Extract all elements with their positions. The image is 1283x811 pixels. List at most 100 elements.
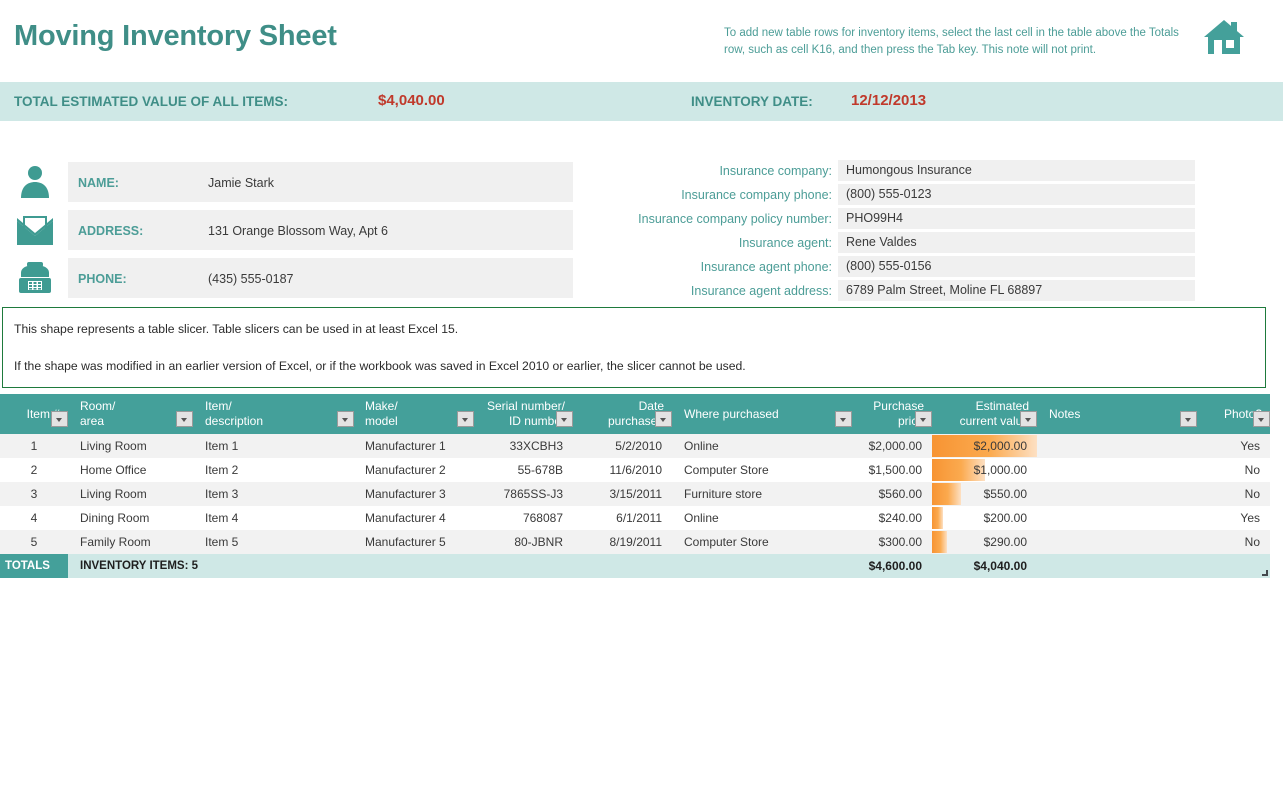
cell-room[interactable]: Dining Room: [68, 506, 193, 530]
insurance-field-value-box[interactable]: (800) 555-0123: [838, 184, 1195, 205]
insurance-field-label: Insurance agent address:: [690, 284, 832, 298]
chevron-down-icon: [462, 418, 468, 422]
cell-price[interactable]: $240.00: [852, 506, 932, 530]
contact-row-name[interactable]: NAME: Jamie Stark: [68, 162, 573, 202]
column-filter-button[interactable]: [655, 411, 672, 427]
name-value[interactable]: Jamie Stark: [208, 176, 274, 190]
column-filter-button[interactable]: [556, 411, 573, 427]
contact-row-phone[interactable]: PHONE: (435) 555-0187: [68, 258, 573, 298]
cell-notes[interactable]: [1037, 434, 1202, 458]
cell-serial[interactable]: 55-678B: [473, 458, 573, 482]
cell-price[interactable]: $300.00: [852, 530, 932, 554]
cell-serial[interactable]: 33XCBH3: [473, 434, 573, 458]
cell-notes[interactable]: [1037, 458, 1202, 482]
column-filter-button[interactable]: [51, 411, 68, 427]
cell-photo[interactable]: No: [1202, 482, 1270, 506]
page-title: Moving Inventory Sheet: [14, 20, 337, 52]
cell-room[interactable]: Family Room: [68, 530, 193, 554]
databar-fill: [932, 483, 961, 505]
cell-make[interactable]: Manufacturer 5: [353, 530, 473, 554]
column-filter-button[interactable]: [1020, 411, 1037, 427]
cell-notes[interactable]: [1037, 482, 1202, 506]
insurance-field-value-box[interactable]: Rene Valdes: [838, 232, 1195, 253]
cell-where[interactable]: Furniture store: [672, 482, 852, 506]
cell-date[interactable]: 6/1/2011: [573, 506, 672, 530]
title-bar: Moving Inventory Sheet To add new table …: [0, 0, 1283, 82]
estimated-value-databar-cell[interactable]: $550.00: [932, 482, 1037, 506]
cell-room[interactable]: Living Room: [68, 482, 193, 506]
insurance-field-value-box[interactable]: (800) 555-0156: [838, 256, 1195, 277]
contact-row-address[interactable]: ADDRESS: 131 Orange Blossom Way, Apt 6: [68, 210, 573, 250]
estimated-value-databar-cell[interactable]: $2,000.00: [932, 434, 1037, 458]
insurance-field-value-box[interactable]: Humongous Insurance: [838, 160, 1195, 181]
cell-room[interactable]: Home Office: [68, 458, 193, 482]
table-row[interactable]: 1 Living Room Item 1 Manufacturer 1 33XCBH3 5…: [0, 434, 1270, 458]
cell-item[interactable]: 1: [0, 434, 68, 458]
insurance-field-value-box[interactable]: PHO99H4: [838, 208, 1195, 229]
address-label: ADDRESS:: [78, 224, 144, 238]
insurance-row: Insurance company phone: (800) 555-0123: [600, 184, 1195, 208]
cell-make[interactable]: Manufacturer 2: [353, 458, 473, 482]
cell-date[interactable]: 5/2/2010: [573, 434, 672, 458]
table-row[interactable]: 3 Living Room Item 3 Manufacturer 3 7865SS-J…: [0, 482, 1270, 506]
column-filter-button[interactable]: [1180, 411, 1197, 427]
estimated-value-databar-cell[interactable]: $1,000.00: [932, 458, 1037, 482]
chevron-down-icon: [342, 418, 348, 422]
cell-serial[interactable]: 7865SS-J3: [473, 482, 573, 506]
cell-description[interactable]: Item 2: [193, 458, 353, 482]
cell-notes[interactable]: [1037, 506, 1202, 530]
cell-serial[interactable]: 768087: [473, 506, 573, 530]
cell-description[interactable]: Item 3: [193, 482, 353, 506]
cell-where[interactable]: Online: [672, 506, 852, 530]
purchase-price-total: $4,600.00: [868, 559, 922, 573]
cell-room[interactable]: Living Room: [68, 434, 193, 458]
cell-item[interactable]: 5: [0, 530, 68, 554]
cell-photo[interactable]: No: [1202, 530, 1270, 554]
cell-photo[interactable]: No: [1202, 458, 1270, 482]
insurance-row: Insurance company policy number: PHO99H4: [600, 208, 1195, 232]
cell-where[interactable]: Computer Store: [672, 458, 852, 482]
column-filter-button[interactable]: [1253, 411, 1270, 427]
table-row[interactable]: 4 Dining Room Item 4 Manufacturer 4 768087 6/…: [0, 506, 1270, 530]
column-filter-button[interactable]: [176, 411, 193, 427]
cell-date[interactable]: 8/19/2011: [573, 530, 672, 554]
inventory-date-label: INVENTORY DATE:: [691, 94, 813, 109]
cell-photo[interactable]: Yes: [1202, 434, 1270, 458]
column-filter-button[interactable]: [915, 411, 932, 427]
estimated-value-databar-cell[interactable]: $290.00: [932, 530, 1037, 554]
cell-make[interactable]: Manufacturer 1: [353, 434, 473, 458]
cell-item[interactable]: 2: [0, 458, 68, 482]
table-resize-handle[interactable]: [1262, 570, 1268, 576]
cell-price[interactable]: $560.00: [852, 482, 932, 506]
cell-where[interactable]: Computer Store: [672, 530, 852, 554]
total-value-label: TOTAL ESTIMATED VALUE OF ALL ITEMS:: [14, 94, 288, 109]
inventory-date-value[interactable]: 12/12/2013: [851, 92, 926, 109]
cell-notes[interactable]: [1037, 530, 1202, 554]
cell-serial[interactable]: 80-JBNR: [473, 530, 573, 554]
insurance-field-label: Insurance company:: [719, 164, 832, 178]
insurance-field-value: (800) 555-0156: [846, 259, 932, 273]
cell-description[interactable]: Item 4: [193, 506, 353, 530]
cell-item[interactable]: 4: [0, 506, 68, 530]
column-filter-button[interactable]: [457, 411, 474, 427]
cell-description[interactable]: Item 5: [193, 530, 353, 554]
cell-make[interactable]: Manufacturer 4: [353, 506, 473, 530]
cell-description[interactable]: Item 1: [193, 434, 353, 458]
cell-price[interactable]: $2,000.00: [852, 434, 932, 458]
column-filter-button[interactable]: [337, 411, 354, 427]
table-row[interactable]: 5 Family Room Item 5 Manufacturer 5 80-JBNR 8…: [0, 530, 1270, 554]
insurance-field-value-box[interactable]: 6789 Palm Street, Moline FL 68897: [838, 280, 1195, 301]
cell-date[interactable]: 3/15/2011: [573, 482, 672, 506]
cell-where[interactable]: Online: [672, 434, 852, 458]
estimated-value-databar-cell[interactable]: $200.00: [932, 506, 1037, 530]
column-filter-button[interactable]: [835, 411, 852, 427]
envelope-icon: [16, 211, 54, 249]
table-row[interactable]: 2 Home Office Item 2 Manufacturer 2 55-678B 1…: [0, 458, 1270, 482]
cell-item[interactable]: 3: [0, 482, 68, 506]
address-value[interactable]: 131 Orange Blossom Way, Apt 6: [208, 224, 388, 238]
cell-price[interactable]: $1,500.00: [852, 458, 932, 482]
cell-date[interactable]: 11/6/2010: [573, 458, 672, 482]
cell-make[interactable]: Manufacturer 3: [353, 482, 473, 506]
cell-photo[interactable]: Yes: [1202, 506, 1270, 530]
phone-value[interactable]: (435) 555-0187: [208, 272, 293, 286]
